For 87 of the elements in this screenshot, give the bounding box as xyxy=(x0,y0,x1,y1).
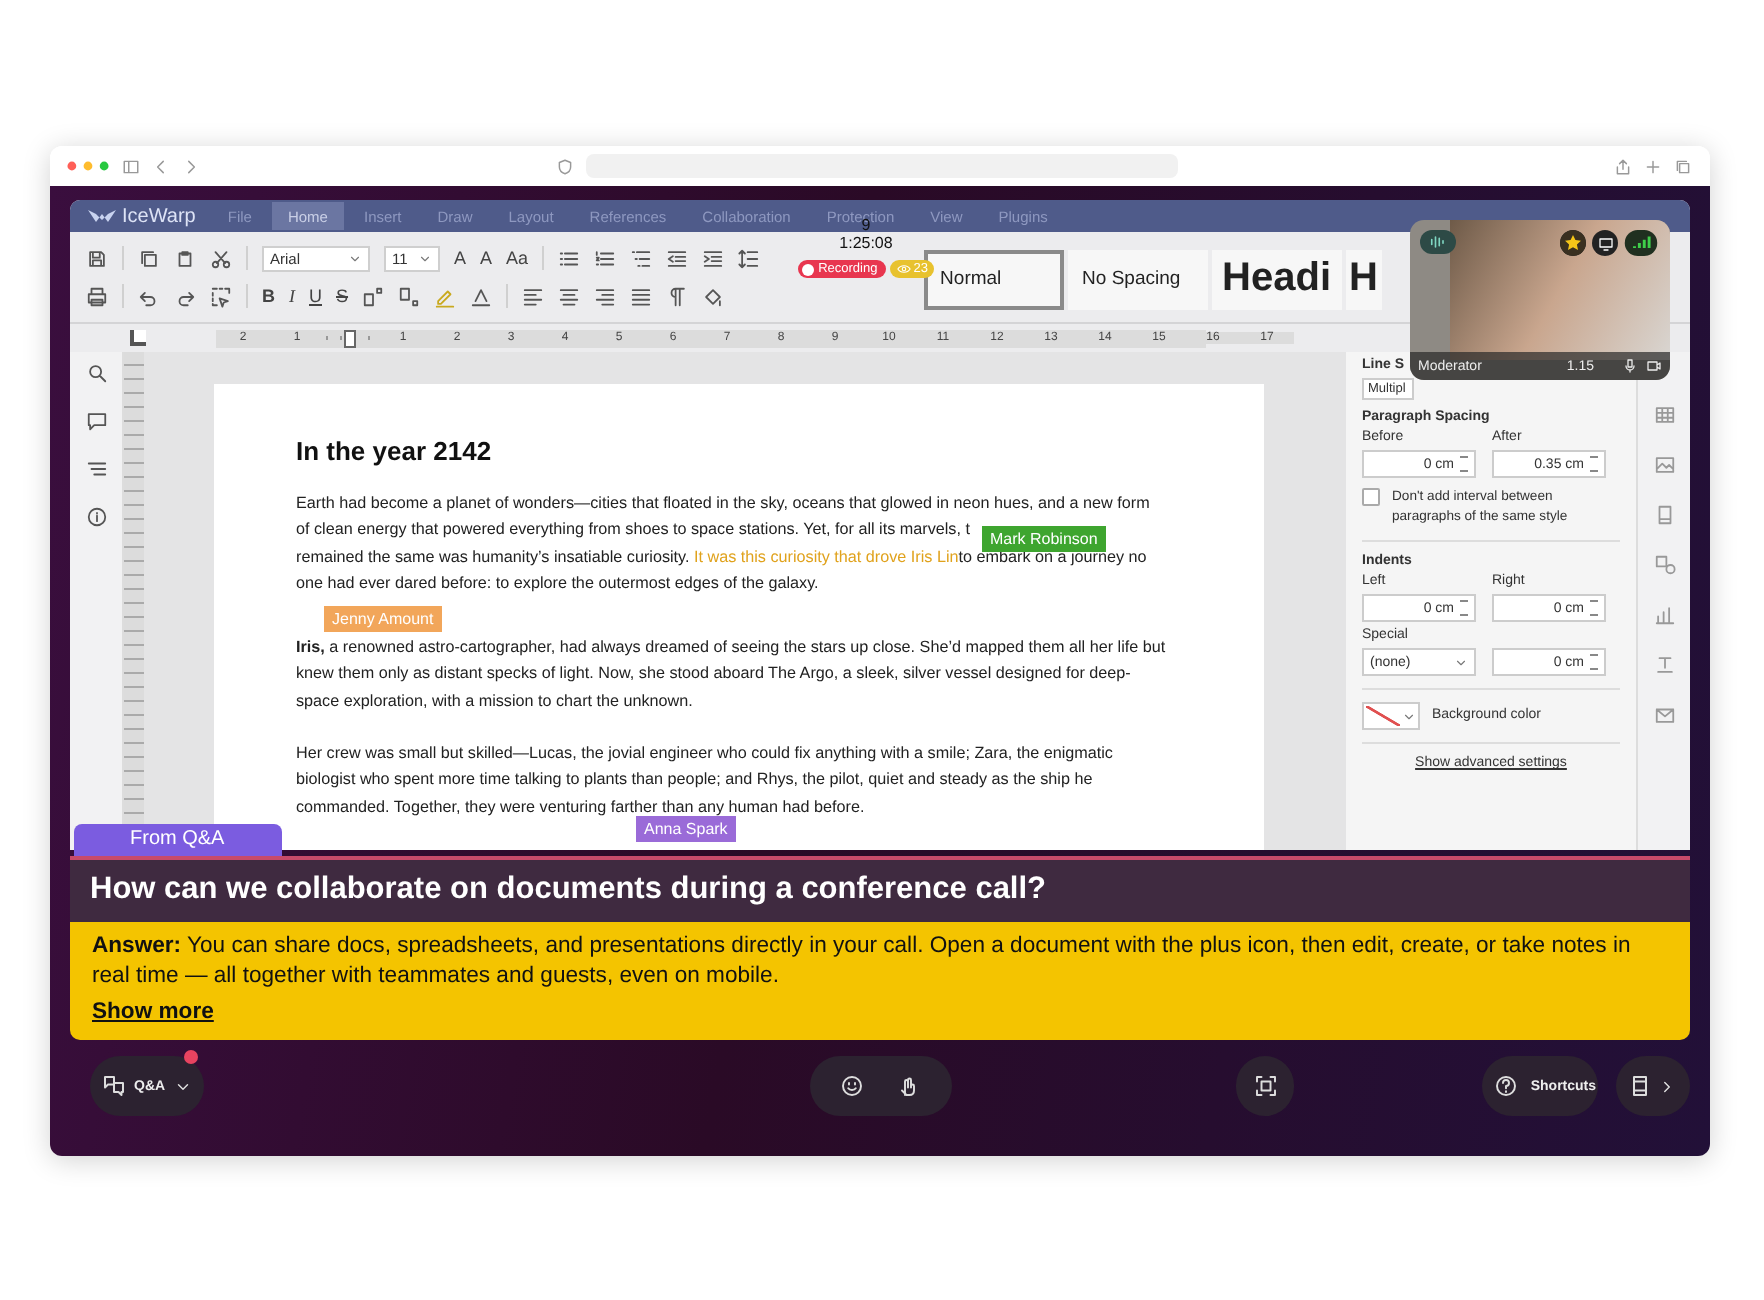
format-button[interactable]: S xyxy=(336,286,349,306)
format-button[interactable]: B xyxy=(262,286,275,306)
font-button[interactable]: Aa xyxy=(506,248,529,268)
shield-icon xyxy=(556,157,574,175)
text-line: Earth had become a planet of wonders—cities that floated in the sky, oceans that glowed in neon hues, and a new form xyxy=(296,492,1150,516)
forward-icon[interactable] xyxy=(182,157,200,175)
search-icon[interactable] xyxy=(85,362,107,384)
style-option[interactable]: No Spacing xyxy=(1068,249,1209,309)
page-icon[interactable] xyxy=(1653,504,1675,526)
superscript-icon[interactable] xyxy=(362,285,385,307)
copy-icon[interactable] xyxy=(138,247,160,269)
question-text: How can we collaborate on documents during a conference call? xyxy=(90,872,1047,906)
decrease-indent-icon[interactable] xyxy=(666,247,689,269)
checkbox[interactable] xyxy=(1362,488,1380,506)
format-button[interactable]: I xyxy=(289,286,295,306)
microphone-icon[interactable] xyxy=(1622,358,1638,374)
brand-name: IceWarp xyxy=(122,205,196,227)
mail-icon[interactable] xyxy=(1653,704,1675,726)
text-line: of clean energy that powered everything from shoes to space stations. Yet, for all its marvels, t xyxy=(296,518,970,543)
color-picker[interactable] xyxy=(1362,702,1420,730)
paragraph-mark-icon[interactable] xyxy=(666,285,689,307)
bullet-list-icon[interactable] xyxy=(558,247,581,269)
style-option[interactable]: H xyxy=(1345,249,1382,309)
shading-icon[interactable] xyxy=(702,285,725,307)
share-icon[interactable] xyxy=(1614,157,1632,175)
dropdown-caret-icon xyxy=(418,251,432,265)
back-icon[interactable] xyxy=(152,157,170,175)
increase-indent-icon[interactable] xyxy=(702,247,725,269)
collaborator-tag: Mark Robinson xyxy=(982,526,1106,552)
align-center-icon[interactable] xyxy=(558,285,581,307)
justify-icon[interactable] xyxy=(630,285,653,307)
subscript-icon[interactable] xyxy=(398,285,421,307)
raise-hand-icon[interactable] xyxy=(896,1074,921,1098)
align-left-icon[interactable] xyxy=(522,285,545,307)
multilevel-list-icon[interactable] xyxy=(630,247,653,269)
layout-button[interactable] xyxy=(1616,1056,1690,1116)
tabs-icon[interactable] xyxy=(1674,157,1692,175)
cut-icon[interactable] xyxy=(210,247,232,269)
text-line: biologist who spent more time talking to plants than people; and Rhys, the pilot, quiet and steady as the ship he xyxy=(296,768,1093,793)
help-icon xyxy=(1494,1074,1519,1098)
screen-share-icon xyxy=(1597,235,1613,251)
select-icon[interactable] xyxy=(210,285,232,307)
info-icon[interactable] xyxy=(85,506,107,528)
font-button[interactable]: A xyxy=(480,248,493,268)
font-button[interactable]: A xyxy=(454,248,467,268)
text-line: commanded. Together, they were venturing farther than any human had before. xyxy=(296,795,865,820)
text-line: Her crew was small but skilled—Lucas, the jovial engineer who could fix anything with a smile; Zara, the enigmatic xyxy=(296,742,1113,767)
paste-icon[interactable] xyxy=(174,247,196,269)
call-timer: 1:25:08 xyxy=(839,234,893,254)
collaborator-tag: Jenny Amount xyxy=(324,606,442,632)
text-line: knew them only as distant specks of light. Now, she stood aboard The Argo, a sleek, silver vessel designed for deep- xyxy=(296,662,1131,687)
comment-icon[interactable] xyxy=(85,410,107,432)
dropdown-caret-icon xyxy=(1402,709,1416,723)
fullscreen-button[interactable] xyxy=(1235,1056,1295,1116)
collaborator-tag: Anna Spark xyxy=(636,816,736,842)
qa-icon xyxy=(102,1074,126,1098)
show-more-link[interactable]: Show more xyxy=(92,1000,214,1024)
camera-icon[interactable] xyxy=(1646,358,1662,374)
text-line: one had ever dared before: to explore the outermost edges of the galaxy. xyxy=(296,571,819,596)
tab-stop-icon[interactable] xyxy=(130,330,146,346)
document-heading: In the year 2142 xyxy=(296,436,494,466)
dropdown-caret-icon xyxy=(348,251,362,265)
audio-wave-icon xyxy=(1428,232,1448,252)
text-line: Iris, a renowned astro-cartographer, had always dreamed of seeing the stars up close. She’d mapped them all her life but xyxy=(296,636,1166,661)
numbered-list-icon[interactable] xyxy=(594,247,617,269)
print-icon[interactable] xyxy=(86,285,108,307)
save-icon[interactable] xyxy=(86,247,108,269)
emoji-icon[interactable] xyxy=(839,1074,864,1098)
text-line: space exploration, with a mission to chart the unknown. xyxy=(296,689,693,714)
image-icon[interactable] xyxy=(1653,454,1675,476)
format-button[interactable]: U xyxy=(309,286,322,306)
headings-icon[interactable] xyxy=(85,458,107,480)
layout-icon xyxy=(1628,1074,1653,1098)
text-color-icon[interactable] xyxy=(470,285,493,307)
window-controls-icon[interactable] xyxy=(66,160,110,172)
indent-marker[interactable] xyxy=(344,329,356,347)
fullscreen-icon xyxy=(1253,1074,1278,1098)
text-art-icon[interactable] xyxy=(1653,654,1675,676)
chart-icon[interactable] xyxy=(1653,604,1675,626)
sidebar-icon[interactable] xyxy=(122,157,140,175)
answer-text: Answer: You can share docs, spreadsheets, and presentations directly in your call. Open a document with the plus icon, then edit, create, or take notes in real time — all together with teammates and guests, even on mobile. xyxy=(92,932,1633,992)
align-right-icon[interactable] xyxy=(594,285,617,307)
style-option[interactable]: Headi xyxy=(1212,249,1342,309)
table-icon[interactable] xyxy=(1653,404,1675,426)
shapes-icon[interactable] xyxy=(1653,554,1675,576)
dropdown-caret-icon xyxy=(1454,655,1468,669)
line-spacing-icon[interactable] xyxy=(738,247,761,269)
